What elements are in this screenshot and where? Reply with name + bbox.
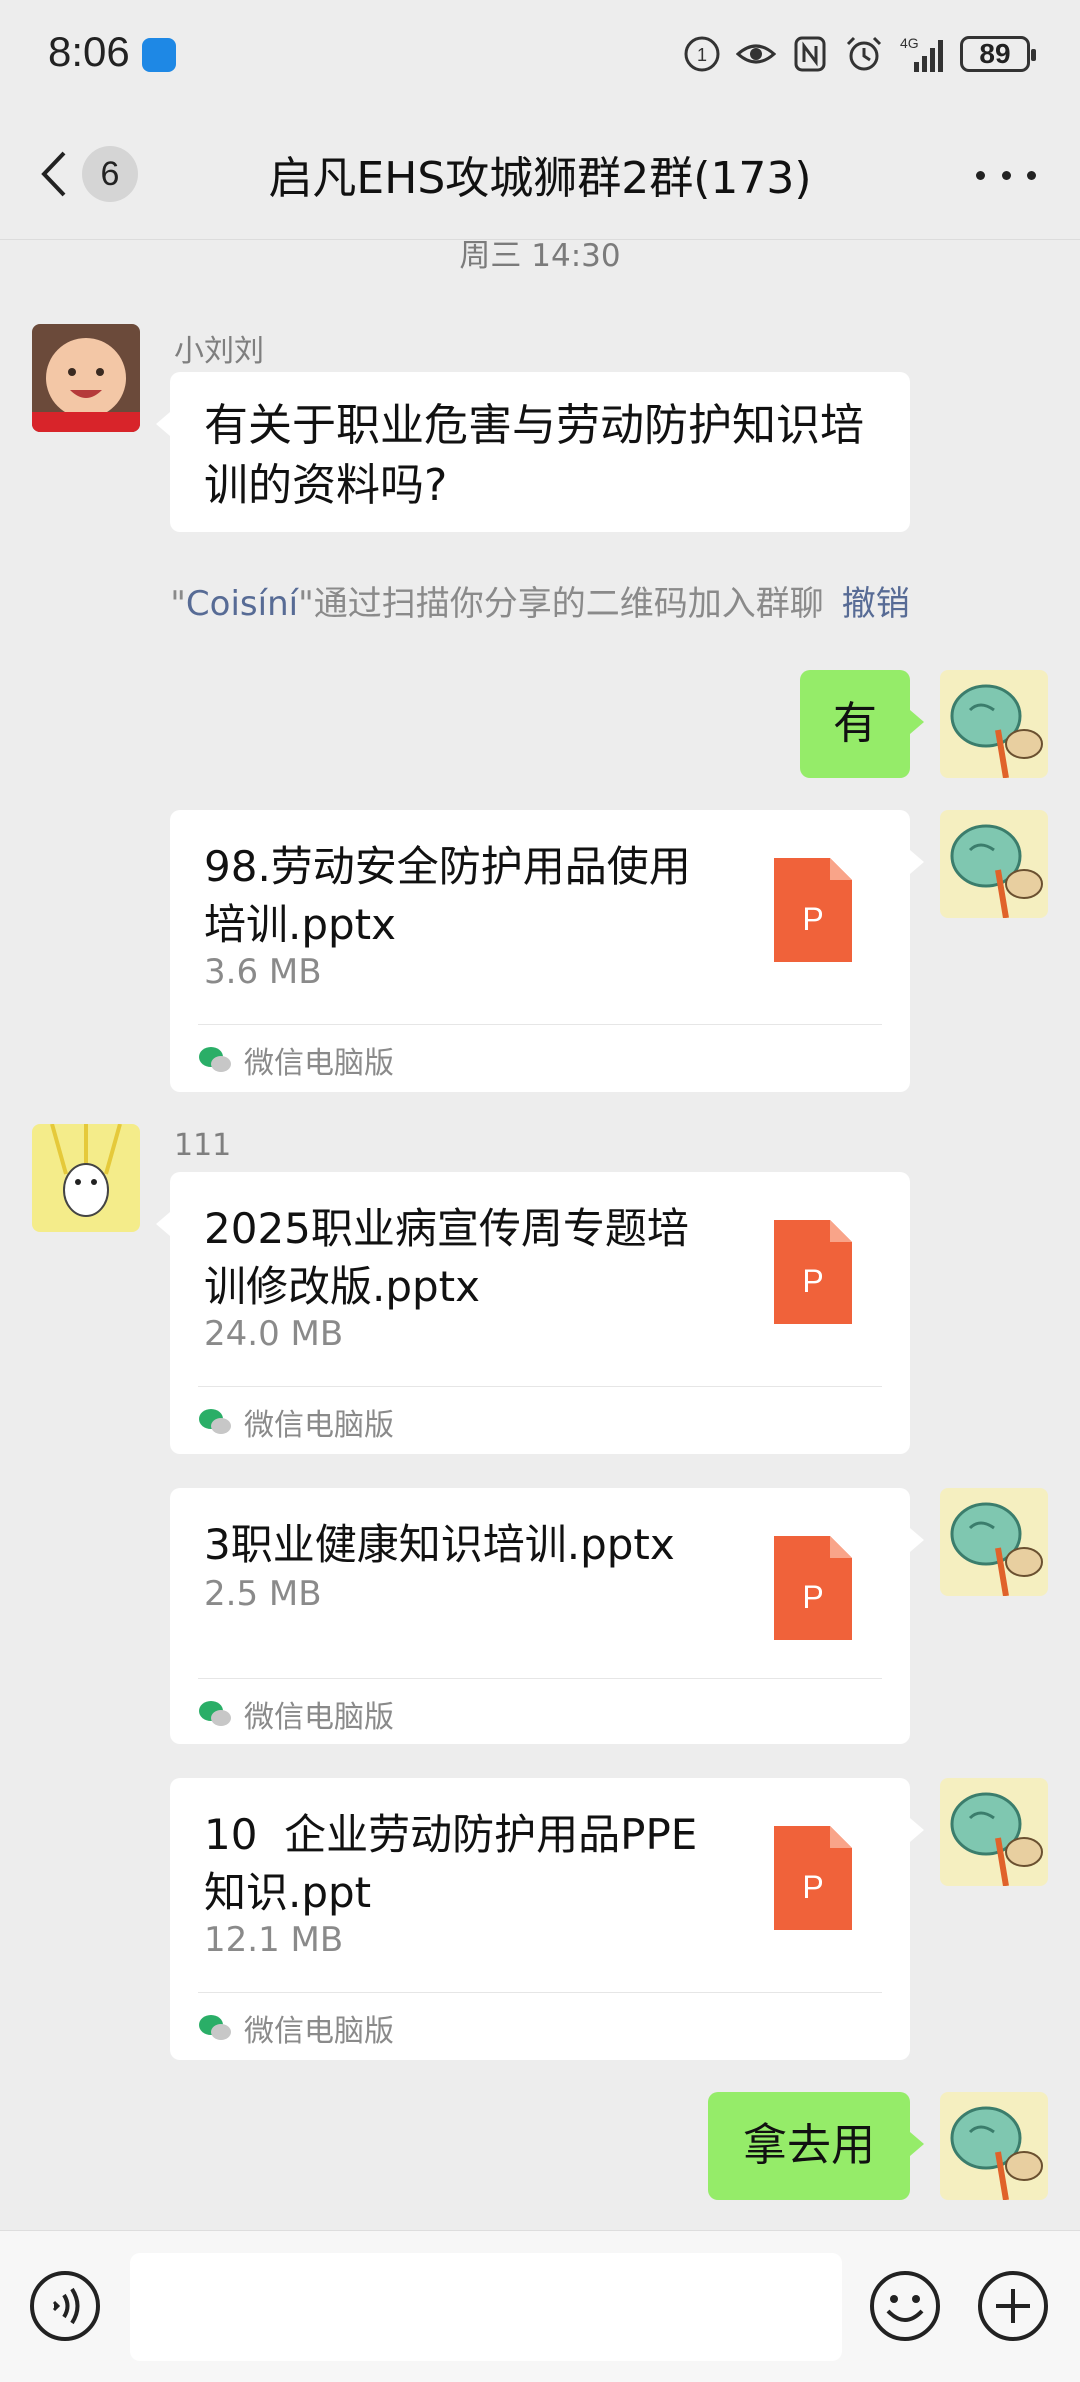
file-source: 微信电脑版 — [198, 1692, 394, 1736]
sender-name: 小刘刘 — [174, 334, 264, 369]
svg-text:P: P — [802, 901, 823, 937]
ppt-file-icon: P — [774, 1220, 852, 1324]
svg-text:1: 1 — [697, 45, 707, 65]
fishbowl-avatar-image — [940, 1488, 1048, 1596]
source-label: 微信电脑版 — [244, 1700, 394, 1735]
file-size: 24.0 MB — [204, 1314, 344, 1354]
eye-icon — [736, 44, 776, 64]
fishbowl-avatar-image — [940, 670, 1048, 778]
signal-icon: 4G — [900, 35, 943, 72]
divider — [198, 1024, 882, 1025]
my-avatar[interactable] — [940, 810, 1048, 918]
cartoon-avatar-image — [32, 1124, 140, 1232]
file-message-card[interactable]: 3职业健康知识培训.pptx 2.5 MB P 微信电脑版 — [170, 1488, 924, 1744]
divider — [198, 1386, 882, 1387]
message-text-input[interactable] — [130, 2253, 842, 2361]
my-avatar[interactable] — [940, 1488, 1048, 1596]
file-name: 10 企业劳动防护用品PPE知识.ppt — [204, 1810, 698, 1917]
svg-text:P: P — [802, 1579, 823, 1615]
status-bar: 8:06 1 4G 89 — [0, 0, 1080, 110]
dot-icon — [1001, 170, 1011, 180]
fishbowl-avatar-image — [940, 810, 1048, 918]
nfc-icon — [794, 36, 826, 72]
file-message-card[interactable]: 98.劳动安全防护用品使用培训.pptx 3.6 MB P 微信电脑版 — [170, 810, 924, 1092]
emoji-button[interactable] — [868, 2269, 942, 2343]
fishbowl-avatar-image — [940, 1778, 1048, 1886]
file-source: 微信电脑版 — [198, 1038, 394, 1082]
file-message-card[interactable]: 2025职业病宣传周专题培训修改版.pptx 24.0 MB P 微信电脑版 — [156, 1172, 910, 1454]
file-size: 12.1 MB — [204, 1920, 344, 1960]
more-options-button[interactable] — [976, 150, 1036, 200]
ppt-file-icon: P — [774, 1826, 852, 1930]
message-text: 有 — [833, 698, 877, 749]
wechat-icon — [199, 2015, 231, 2040]
revoke-link[interactable]: 撤销 — [842, 584, 910, 624]
baby-avatar-image — [32, 324, 140, 432]
source-label: 微信电脑版 — [244, 1046, 394, 1081]
avatar-111[interactable] — [32, 1124, 140, 1232]
divider — [198, 1992, 882, 1993]
my-avatar[interactable] — [940, 670, 1048, 778]
svg-text:P: P — [802, 1263, 823, 1299]
battery-indicator: 89 — [960, 36, 1036, 72]
my-avatar[interactable] — [940, 1778, 1048, 1886]
system-join-notice: "Coisíní"通过扫描你分享的二维码加入群聊 撤销 — [170, 584, 910, 624]
notice-text: "通过扫描你分享的二维码加入群聊 — [298, 584, 824, 624]
text-message-bubble[interactable]: 有关于职业危害与劳动防护知识培训的资料吗? — [156, 372, 910, 532]
fishbowl-avatar-image — [940, 2092, 1048, 2200]
sender-name: 111 — [174, 1128, 232, 1163]
message-text: 拿去用 — [743, 2120, 875, 2171]
network-label: 4G — [900, 35, 919, 51]
file-source: 微信电脑版 — [198, 1400, 394, 1444]
file-name: 98.劳动安全防护用品使用培训.pptx — [204, 842, 691, 949]
app-notification-icon — [142, 38, 176, 72]
my-avatar[interactable] — [940, 2092, 1048, 2200]
status-icons: 1 4G 89 — [682, 32, 1036, 76]
wechat-icon — [199, 1701, 231, 1726]
file-message-card[interactable]: 10 企业劳动防护用品PPE知识.ppt 12.1 MB P 微信电脑版 — [170, 1778, 924, 2060]
hd-call-icon: 1 — [684, 36, 720, 72]
file-name: 2025职业病宣传周专题培训修改版.pptx — [204, 1204, 689, 1311]
wechat-icon — [199, 1409, 231, 1434]
message-text: 有关于职业危害与劳动防护知识培训的资料吗? — [204, 400, 864, 511]
chat-title: 启凡EHS攻城狮群2群(173) — [268, 153, 812, 204]
divider — [198, 1678, 882, 1679]
file-name: 3职业健康知识培训.pptx — [204, 1520, 675, 1569]
my-text-message-bubble[interactable]: 拿去用 — [708, 2092, 924, 2200]
more-functions-button[interactable] — [976, 2269, 1050, 2343]
chat-header: 6 启凡EHS攻城狮群2群(173) — [0, 110, 1080, 240]
message-input-bar — [0, 2230, 1080, 2382]
svg-text:P: P — [802, 1869, 823, 1905]
file-source: 微信电脑版 — [198, 2006, 394, 2050]
message-timestamp: 周三 14:30 — [459, 238, 621, 274]
dot-icon — [1027, 170, 1036, 180]
file-size: 2.5 MB — [204, 1574, 322, 1614]
my-text-message-bubble[interactable]: 有 — [800, 670, 924, 778]
ppt-file-icon: P — [774, 858, 852, 962]
joined-user-link[interactable]: Coisíní — [186, 584, 298, 624]
avatar-xiaoliuliu[interactable] — [32, 324, 140, 432]
dot-icon — [976, 170, 985, 180]
wechat-icon — [199, 1047, 231, 1072]
voice-input-button[interactable] — [28, 2269, 102, 2343]
ppt-file-icon: P — [774, 1536, 852, 1640]
source-label: 微信电脑版 — [244, 2014, 394, 2049]
source-label: 微信电脑版 — [244, 1408, 394, 1443]
status-time: 8:06 — [48, 28, 130, 75]
file-size: 3.6 MB — [204, 952, 322, 992]
alarm-icon — [846, 36, 882, 71]
